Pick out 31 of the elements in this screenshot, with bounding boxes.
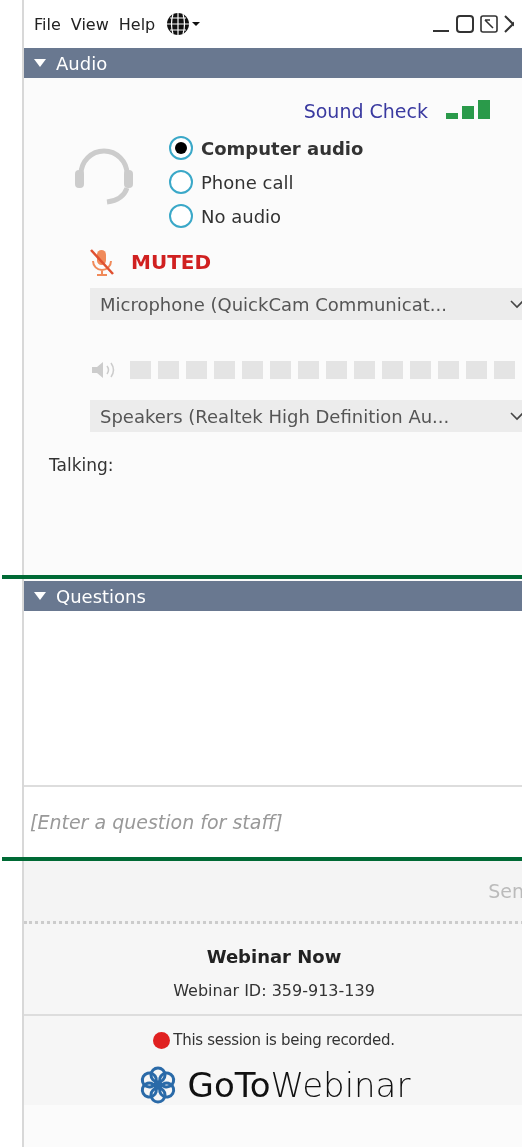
recording-dot — [153, 1031, 171, 1049]
logo-wordmark: GoToWebinar — [187, 1065, 411, 1105]
restore-icon[interactable] — [480, 15, 498, 33]
webinar-name: Webinar Now — [206, 946, 342, 967]
radio-option[interactable]: Phone call — [169, 170, 364, 194]
audio-panel-header[interactable]: Audio — [24, 48, 522, 78]
panel-title: Questions — [56, 585, 146, 607]
menu-item[interactable]: View — [70, 14, 109, 34]
talking-label: Talking: — [48, 454, 115, 475]
microphone-dropdown[interactable]: Microphone (QuickCam Communicat... — [90, 288, 522, 320]
question-input-field[interactable]: [Enter a question for staff] — [24, 787, 522, 857]
radio-option[interactable]: No audio — [169, 204, 364, 228]
chevron-icon — [510, 411, 522, 421]
muted-status: MUTED — [131, 250, 212, 274]
chevron-icon — [510, 299, 522, 309]
recording-notice: This session is being recorded. — [173, 1031, 395, 1049]
sound-check-link[interactable]: Sound Check — [303, 100, 428, 122]
menu-item[interactable]: Help — [118, 14, 156, 34]
menu-item[interactable]: File — [34, 14, 61, 34]
speakers-dropdown[interactable]: Speakers (Realtek High Definition Au... — [90, 400, 522, 432]
webinar-id: Webinar ID: 359-913-139 — [173, 981, 375, 1000]
caret-icon — [34, 58, 46, 68]
globe-icon[interactable] — [165, 11, 202, 37]
maximize-icon[interactable] — [456, 15, 474, 33]
questions-panel-header[interactable]: Questions — [24, 581, 522, 611]
caret-icon — [34, 591, 46, 601]
signal-bars-icon — [446, 100, 492, 122]
panel-title: Audio — [56, 52, 108, 74]
close-icon[interactable] — [504, 15, 514, 33]
radio-option[interactable]: Computer audio — [169, 136, 364, 160]
muted-microphone-icon — [89, 248, 115, 276]
